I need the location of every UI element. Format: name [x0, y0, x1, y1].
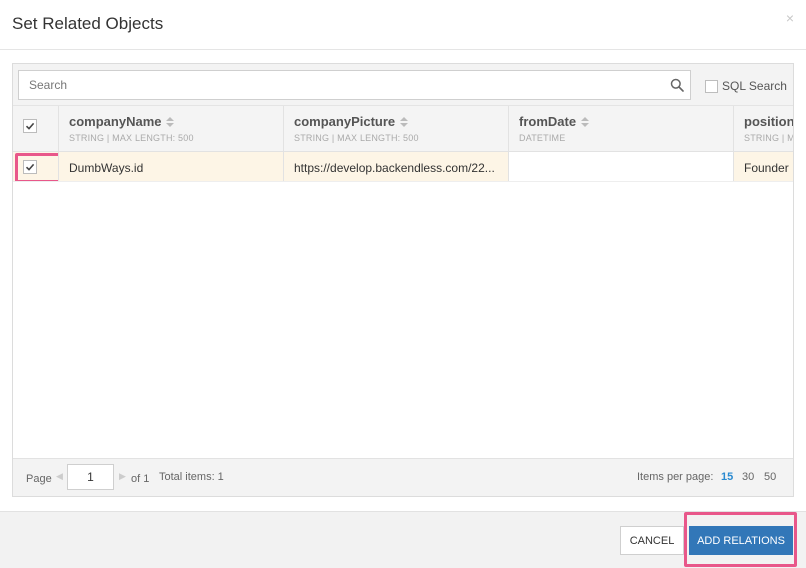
cell-companyname[interactable]: DumbWays.id — [59, 152, 284, 181]
cell-fromdate[interactable] — [509, 152, 734, 181]
search-bar: SQL Search — [13, 64, 793, 106]
search-icon[interactable] — [670, 78, 684, 92]
column-type: STRING | MAX LENGTH: 500 — [69, 133, 194, 143]
column-title: position — [744, 114, 793, 129]
cell-value: Founder — [744, 161, 789, 175]
column-header-companypicture[interactable]: companyPicture STRING | MAX LENGTH: 500 — [284, 106, 509, 151]
per-page-option-50[interactable]: 50 — [764, 471, 776, 483]
table-header-row: companyName STRING | MAX LENGTH: 500 com… — [13, 106, 793, 152]
dialog-header: Set Related Objects × — [0, 0, 806, 50]
per-page-option-15[interactable]: 15 — [721, 471, 733, 483]
next-page-icon[interactable]: ▶ — [119, 471, 126, 482]
sort-icon[interactable] — [400, 117, 409, 127]
cell-value: https://develop.backendless.com/22... — [294, 161, 495, 175]
column-title: companyPicture — [294, 114, 396, 129]
search-field[interactable] — [18, 70, 691, 100]
column-header-position[interactable]: position STRING | MAX — [734, 106, 793, 151]
sort-icon[interactable] — [581, 117, 590, 127]
page-count: of 1 — [131, 473, 150, 485]
checkmark-icon — [25, 122, 35, 130]
highlight-box — [15, 153, 58, 181]
column-title: fromDate — [519, 114, 577, 129]
page-number-input[interactable] — [67, 464, 114, 490]
sql-search-checkbox[interactable] — [705, 79, 718, 93]
cell-companypicture[interactable]: https://develop.backendless.com/22... — [284, 152, 509, 181]
total-items: Total items: 1 — [159, 471, 224, 483]
objects-panel: SQL Search companyName STRING | MAX LENG… — [12, 63, 794, 497]
page-label: Page — [26, 473, 52, 485]
cell-position[interactable]: Founder — [734, 152, 793, 181]
data-grid: companyName STRING | MAX LENGTH: 500 com… — [13, 106, 793, 182]
column-title: companyName — [69, 114, 162, 129]
dialog-title: Set Related Objects — [12, 14, 164, 33]
sql-search-toggle[interactable]: SQL Search — [705, 78, 787, 94]
sql-search-label: SQL Search — [722, 79, 787, 93]
column-type: DATETIME — [519, 133, 566, 143]
highlight-box — [684, 512, 797, 567]
close-icon[interactable]: × — [786, 10, 794, 26]
column-type: STRING | MAX LENGTH: 500 — [294, 133, 419, 143]
cell-value: DumbWays.id — [69, 161, 144, 175]
table-row[interactable]: DumbWays.id https://develop.backendless.… — [13, 152, 793, 182]
column-header-fromdate[interactable]: fromDate DATETIME — [509, 106, 734, 151]
header-select-cell — [13, 106, 59, 151]
column-type: STRING | MAX — [744, 133, 793, 143]
items-per-page-label: Items per page: — [637, 471, 714, 483]
column-header-companyname[interactable]: companyName STRING | MAX LENGTH: 500 — [59, 106, 284, 151]
pagination-bar: Page ◀ ▶ of 1 Total items: 1 Items per p… — [13, 458, 793, 496]
cancel-button[interactable]: CANCEL — [620, 526, 684, 555]
prev-page-icon[interactable]: ◀ — [56, 471, 63, 482]
select-all-checkbox[interactable] — [23, 119, 37, 133]
row-select-cell — [13, 152, 59, 181]
search-input[interactable] — [19, 71, 659, 99]
dialog-footer: CANCEL ADD RELATIONS — [0, 511, 806, 568]
per-page-option-30[interactable]: 30 — [742, 471, 754, 483]
sort-icon[interactable] — [166, 117, 175, 127]
